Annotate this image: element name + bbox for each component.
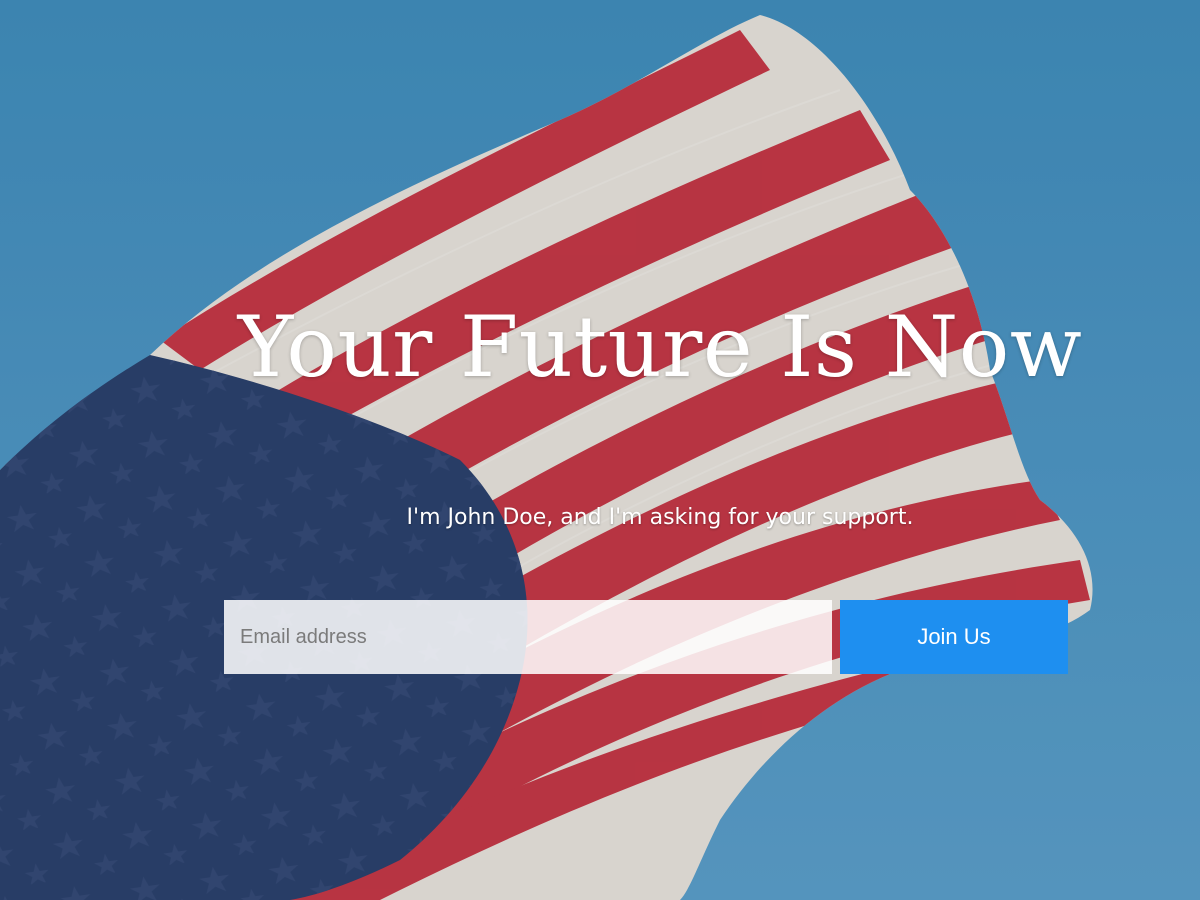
signup-form: Join Us: [224, 600, 1068, 674]
hero-subheadline: I'm John Doe, and I'm asking for your su…: [406, 505, 914, 530]
hero-headline: Your Future Is Now: [237, 298, 1083, 396]
email-input[interactable]: [224, 600, 832, 674]
join-button[interactable]: Join Us: [840, 600, 1068, 674]
hero-section: Your Future Is Now I'm John Doe, and I'm…: [0, 0, 1200, 900]
hero-content: Your Future Is Now I'm John Doe, and I'm…: [0, 0, 1200, 900]
